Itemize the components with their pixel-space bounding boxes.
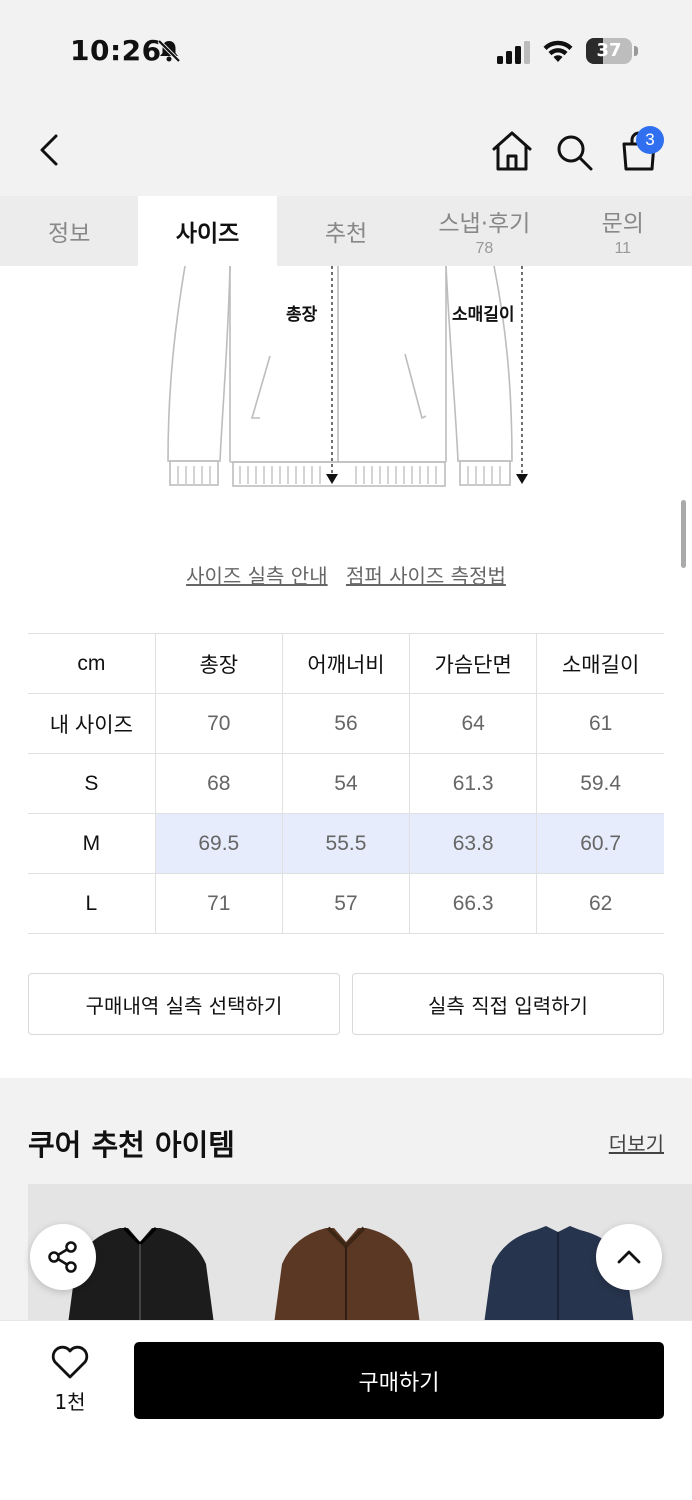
table-cell: 68 [154, 753, 283, 814]
table-cell: 66.3 [409, 873, 538, 934]
row-label: M [28, 813, 156, 874]
table-cell: 63.8 [409, 813, 538, 874]
row-label: L [28, 873, 156, 934]
share-icon [48, 1241, 77, 1273]
scrollbar[interactable] [681, 500, 686, 568]
size-table: cm 총장 어깨너비 가슴단면 소매길이 내 사이즈 70 56 64 61 S… [28, 633, 664, 934]
column-header: cm [28, 633, 156, 694]
jumper-measure-method-link[interactable]: 점퍼 사이즈 측정법 [346, 564, 506, 588]
status-time: 10:26 [70, 34, 162, 67]
size-guide-links: 사이즈 실측 안내 점퍼 사이즈 측정법 [0, 560, 692, 589]
table-cell: 70 [154, 693, 283, 754]
total-length-label: 총장 [286, 305, 318, 325]
row-label: S [28, 753, 156, 814]
tab-count: 78 [475, 240, 494, 257]
table-row-s: S 68 54 61.3 59.4 [28, 753, 664, 814]
cart-count-badge: 3 [636, 126, 664, 154]
column-header: 소매길이 [536, 633, 664, 694]
row-label: 내 사이즈 [28, 693, 156, 754]
chevron-up-icon [617, 1250, 641, 1264]
manual-measurement-input-button[interactable]: 실측 직접 입력하기 [352, 973, 664, 1035]
tab-snap-review[interactable]: 스냅·후기 78 [415, 196, 553, 266]
column-header: 가슴단면 [409, 633, 538, 694]
table-header-row: cm 총장 어깨너비 가슴단면 소매길이 [28, 633, 664, 694]
tab-size[interactable]: 사이즈 [138, 196, 277, 266]
tab-count: 11 [614, 240, 632, 257]
back-arrow-icon[interactable] [36, 132, 64, 168]
table-row-m: M 69.5 55.5 63.8 60.7 [28, 813, 664, 874]
size-measurement-diagram: 총장 소매길이 [150, 265, 550, 496]
bell-slash-icon [157, 39, 181, 63]
search-icon[interactable] [554, 132, 594, 172]
recommended-items-carousel [28, 1184, 692, 1324]
table-cell: 60.7 [536, 813, 664, 874]
battery-level: 37 [586, 38, 632, 64]
tab-inquiry[interactable]: 문의 11 [554, 196, 692, 266]
button-label: 실측 직접 입력하기 [428, 993, 588, 1018]
table-cell: 57 [281, 873, 411, 934]
status-bar: 10:26 37 [0, 0, 692, 100]
tab-label: 정보 [48, 221, 91, 247]
product-tabs: 정보 사이즈 추천 스냅·후기 78 문의 11 [0, 196, 692, 266]
buy-button-label: 구매하기 [358, 1370, 440, 1396]
heart-icon[interactable] [50, 1344, 90, 1380]
buy-button[interactable]: 구매하기 [134, 1342, 664, 1419]
recommendation-title: 쿠어 추천 아이템 [28, 1128, 235, 1162]
table-cell: 55.5 [281, 813, 411, 874]
table-cell: 64 [409, 693, 538, 754]
scroll-to-top-button[interactable] [596, 1224, 662, 1290]
tab-recommend[interactable]: 추천 [277, 196, 415, 266]
recommended-item-images[interactable] [28, 1184, 692, 1324]
table-cell: 59.4 [536, 753, 664, 814]
table-cell: 69.5 [154, 813, 283, 874]
size-measurement-guide-link[interactable]: 사이즈 실측 안내 [186, 564, 328, 588]
table-row-l: L 71 57 66.3 62 [28, 873, 664, 934]
table-cell: 61 [536, 693, 664, 754]
select-purchase-measurement-button[interactable]: 구매내역 실측 선택하기 [28, 973, 340, 1035]
tab-label: 스냅·후기 [438, 211, 531, 237]
sleeve-length-label: 소매길이 [452, 305, 515, 325]
table-row-my-size: 내 사이즈 70 56 64 61 [28, 693, 664, 754]
column-header: 총장 [154, 633, 283, 694]
table-cell: 61.3 [409, 753, 538, 814]
tab-info[interactable]: 정보 [0, 196, 138, 266]
battery-cap [634, 46, 638, 56]
tab-label: 문의 [601, 211, 644, 237]
see-more-link[interactable]: 더보기 [609, 1128, 664, 1157]
cellular-signal-icon [497, 41, 530, 64]
button-label: 구매내역 실측 선택하기 [85, 993, 283, 1018]
column-header: 어깨너비 [281, 633, 411, 694]
recommended-item-brown-jacket [274, 1226, 420, 1324]
top-nav-bar [0, 100, 692, 196]
wifi-icon [543, 40, 573, 62]
table-cell: 56 [281, 693, 411, 754]
tab-label: 추천 [324, 221, 368, 247]
share-button[interactable] [30, 1224, 96, 1290]
home-icon[interactable] [490, 130, 534, 172]
like-count: 1천 [54, 1390, 86, 1414]
table-cell: 71 [154, 873, 283, 934]
table-cell: 62 [536, 873, 664, 934]
table-cell: 54 [281, 753, 411, 814]
tab-label: 사이즈 [175, 221, 240, 247]
